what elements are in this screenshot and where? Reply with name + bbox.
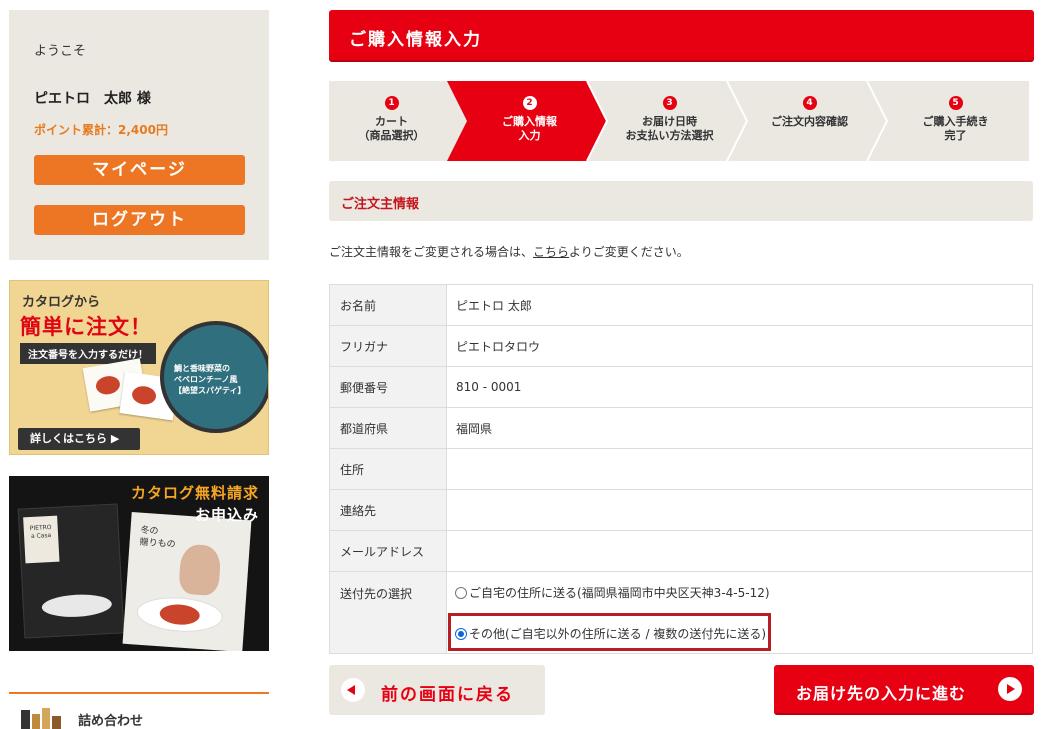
postal-code-value: 810 - 0001: [446, 366, 1033, 408]
details-button[interactable]: 詳しくはこちら ▶: [18, 428, 140, 450]
step-4: 4 ご注文内容確認: [742, 81, 877, 161]
step-number: 3: [662, 96, 677, 110]
row-label: フリガナ: [329, 325, 447, 367]
arrow-right-icon: [998, 677, 1022, 701]
step-number: 2: [522, 96, 537, 110]
row-label: 都道府県: [329, 407, 447, 449]
step-5: 5 ご購入手続き 完了: [882, 81, 1029, 161]
row-label: 送付先の選択: [329, 571, 447, 654]
giftset-icon: [21, 708, 61, 729]
table-row: フリガナ ピエトロタロウ: [329, 325, 1033, 367]
contact-value: [446, 489, 1033, 531]
catalog-title: 冬の 贈りもの: [139, 525, 176, 551]
prefecture-value: 福岡県: [446, 407, 1033, 449]
step-number: 4: [802, 96, 817, 110]
pasta-plate-image: [135, 594, 224, 635]
step-3: 3 お届け日時 お支払い方法選択: [602, 81, 737, 161]
table-row: 連絡先: [329, 489, 1033, 531]
banner-subheading: お申込み: [194, 506, 259, 524]
step-2: 2 ご購入情報 入力: [462, 81, 597, 161]
row-label: 住所: [329, 448, 447, 490]
catalog-cover-image: PIETRO a Casa: [17, 503, 125, 639]
notice-text: ご注文主情報をご変更される場合は、こちらよりご変更ください。: [329, 243, 689, 260]
back-button-label: 前の画面に戻る: [381, 685, 514, 705]
product-text: 鯛と香味野菜の ペペロンチーノ風 【絶望スパゲティ】: [174, 364, 246, 395]
notice-after: よりご変更ください。: [569, 245, 689, 259]
arrow-left-icon: [341, 678, 365, 702]
table-row: お名前 ピエトロ 太郎: [329, 284, 1033, 326]
step-label: ご注文内容確認: [771, 115, 848, 128]
step-label: カート （商品選択）: [358, 115, 425, 142]
mypage-button[interactable]: マイページ: [34, 155, 245, 185]
table-row: メールアドレス: [329, 530, 1033, 572]
row-label: 郵便番号: [329, 366, 447, 408]
banner-heading: カタログ無料請求: [130, 484, 259, 502]
section-header: ご注文主情報: [329, 181, 1033, 221]
row-label: お名前: [329, 284, 447, 326]
notice-before: ご注文主情報をご変更される場合は、: [329, 245, 534, 259]
radio-ship-other[interactable]: その他(ご自宅以外の住所に送る / 複数の送付先に送る): [455, 625, 766, 642]
section-title: ご注文主情報: [341, 197, 420, 212]
table-row: 住所: [329, 448, 1033, 490]
step-label: お届け日時 お支払い方法選択: [625, 115, 714, 142]
product-zoom-image: 鯛と香味野菜の ペペロンチーノ風 【絶望スパゲティ】: [160, 321, 268, 433]
step-label: ご購入情報 入力: [502, 115, 557, 142]
sidebar-divider: [9, 692, 269, 694]
pietro-logo: PIETRO a Casa: [23, 515, 60, 564]
catalog-cover-image: 冬の 贈りもの: [122, 511, 252, 651]
catalog-request-banner[interactable]: PIETRO a Casa 冬の 贈りもの カタログ無料請求 お申込み: [9, 476, 269, 651]
step-label: ご購入手続き 完了: [922, 115, 989, 142]
dish-image: [41, 592, 113, 619]
step-1: 1 カート （商品選択）: [329, 81, 454, 161]
furigana-value: ピエトロタロウ: [446, 325, 1033, 367]
banner-headline: 簡単に注文！: [20, 315, 152, 339]
catalog-order-banner[interactable]: カタログから 簡単に注文！ 注文番号を入力するだけ！ 鯛と香味野菜の ペペロンチ…: [9, 280, 269, 455]
banner-heading: カタログから: [22, 295, 101, 310]
name-value: ピエトロ 太郎: [446, 284, 1033, 326]
page-title-bar: ご購入情報入力: [329, 10, 1034, 60]
step-number: 5: [948, 96, 963, 110]
figure-image: [178, 543, 222, 597]
address-value: [446, 448, 1033, 490]
radio-label[interactable]: ご自宅の住所に送る(福岡県福岡市中央区天神3-4-5-12): [469, 584, 770, 601]
row-label: メールアドレス: [329, 530, 447, 572]
progress-steps: 1 カート （商品選択） 2 ご購入情報 入力 3 お届け日時 お支払い方法選択…: [329, 81, 1029, 161]
email-value: [446, 530, 1033, 572]
next-button-label: お届け先の入力に進む: [796, 684, 967, 703]
radio-button[interactable]: [455, 586, 467, 599]
sidebar-item-giftset[interactable]: 詰め合わせ: [78, 710, 143, 729]
table-row: 郵便番号 810 - 0001: [329, 366, 1033, 408]
next-button[interactable]: お届け先の入力に進む: [774, 665, 1034, 713]
welcome-text: ようこそ: [34, 44, 87, 59]
radio-ship-home[interactable]: ご自宅の住所に送る(福岡県福岡市中央区天神3-4-5-12): [455, 584, 770, 601]
step-number: 1: [384, 96, 399, 110]
user-name: ピエトロ 太郎 様: [34, 91, 151, 107]
change-info-link[interactable]: こちら: [533, 245, 569, 259]
welcome-panel: ようこそ ピエトロ 太郎 様 ポイント累計：2,400円 マイページ ログアウト: [9, 10, 269, 260]
page-title: ご購入情報入力: [349, 30, 482, 50]
radio-button[interactable]: [455, 627, 467, 640]
points-total: ポイント累計：2,400円: [34, 123, 168, 137]
row-label: 連絡先: [329, 489, 447, 531]
table-row: 都道府県 福岡県: [329, 407, 1033, 449]
back-button[interactable]: 前の画面に戻る: [329, 665, 545, 715]
radio-label[interactable]: その他(ご自宅以外の住所に送る / 複数の送付先に送る): [469, 625, 766, 642]
logout-button[interactable]: ログアウト: [34, 205, 245, 235]
